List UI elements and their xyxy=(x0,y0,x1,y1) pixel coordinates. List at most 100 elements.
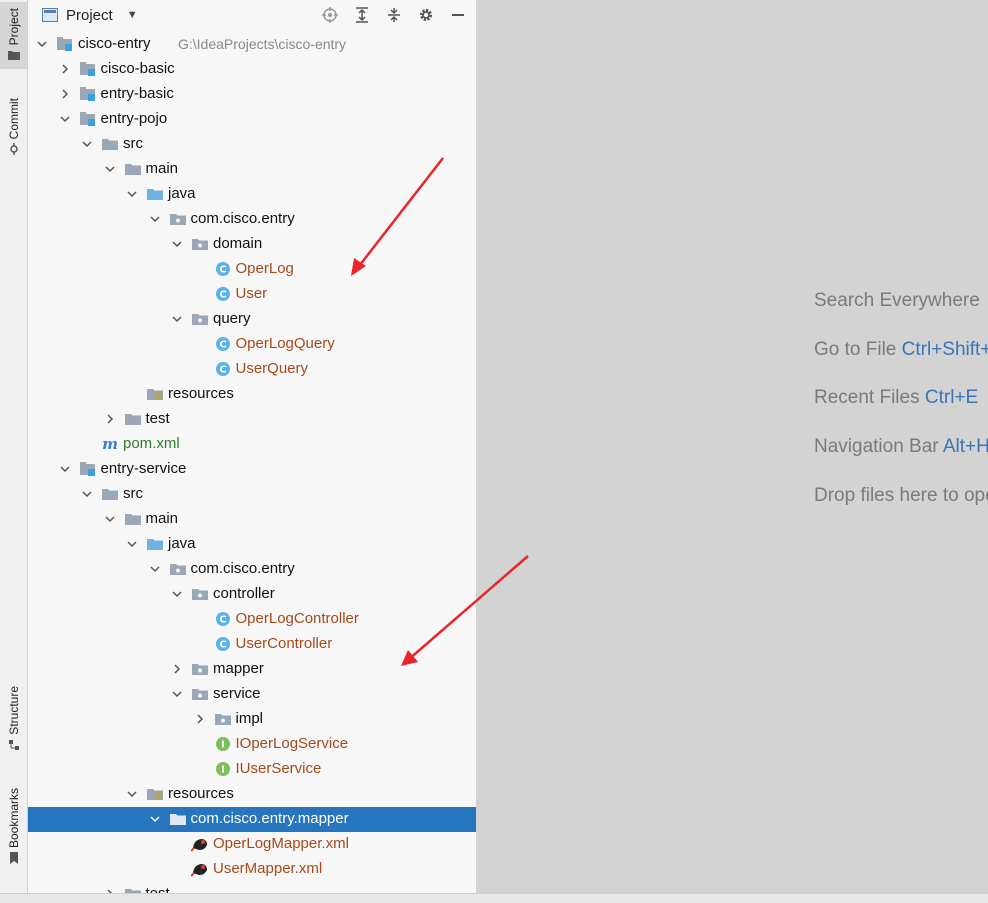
tree-node[interactable]: test xyxy=(28,407,476,432)
tree-node[interactable]: src xyxy=(28,482,476,507)
chevron-down-icon[interactable] xyxy=(36,38,48,50)
tree-node-label: src xyxy=(123,135,143,152)
chevron-down-icon[interactable] xyxy=(171,238,183,250)
chevron-down-icon[interactable] xyxy=(104,163,116,175)
chevron-down-icon[interactable] xyxy=(149,813,161,825)
chevron-down-icon[interactable] xyxy=(126,188,138,200)
tree-node[interactable]: C OperLogController xyxy=(28,607,476,632)
folder-icon xyxy=(124,889,141,893)
tree-node[interactable]: service xyxy=(28,682,476,707)
gear-icon[interactable] xyxy=(414,4,438,26)
package-icon xyxy=(192,239,208,250)
chevron-right-icon[interactable] xyxy=(104,413,116,425)
tree-node-label: UserQuery xyxy=(235,360,309,377)
tree-node[interactable]: I IUserService xyxy=(28,757,476,782)
maven-pom-icon: m xyxy=(102,436,118,452)
tree-node[interactable]: controller xyxy=(28,582,476,607)
chevron-down-icon[interactable] xyxy=(59,463,71,475)
java-class-icon: C xyxy=(215,612,230,626)
project-panel: Project ▼ cisco-entry G:\IdeaProjects\ci… xyxy=(28,0,477,893)
chevron-right-icon[interactable] xyxy=(59,88,71,100)
tool-tab-bookmarks[interactable]: Bookmarks xyxy=(0,786,27,870)
project-view-selector[interactable]: Project ▼ xyxy=(42,7,138,24)
tree-node[interactable]: UserMapper.xml xyxy=(28,857,476,882)
tree-node[interactable]: src xyxy=(28,132,476,157)
chevron-right-icon[interactable] xyxy=(194,713,206,725)
java-interface-icon: I xyxy=(215,737,230,751)
tree-node[interactable]: C User xyxy=(28,282,476,307)
tree-node[interactable]: entry-service xyxy=(28,457,476,482)
tree-node[interactable]: C OperLogQuery xyxy=(28,332,476,357)
tree-node-path: G:\IdeaProjects\cisco-entry xyxy=(178,36,347,52)
tree-node[interactable]: I IOperLogService xyxy=(28,732,476,757)
package-icon xyxy=(192,664,208,675)
tree-node[interactable]: entry-basic xyxy=(28,82,476,107)
tree-node[interactable]: resources xyxy=(28,382,476,407)
tree-node[interactable]: mapper xyxy=(28,657,476,682)
tree-node-label: IOperLogService xyxy=(235,735,349,752)
svg-text:C: C xyxy=(219,340,226,351)
tree-node[interactable]: C UserQuery xyxy=(28,357,476,382)
folder-icon xyxy=(169,814,186,825)
minimize-icon[interactable] xyxy=(446,4,470,26)
chevron-down-icon[interactable] xyxy=(81,488,93,500)
tool-tab-structure-label: Structure xyxy=(6,686,21,735)
tree-node[interactable]: query xyxy=(28,307,476,332)
bottom-status-bar xyxy=(0,893,988,903)
package-icon xyxy=(169,214,186,225)
chevron-down-icon[interactable] xyxy=(104,513,116,525)
tree-node[interactable]: m pom.xml xyxy=(28,432,476,457)
hint-text: Recent Files xyxy=(814,387,920,408)
module-icon xyxy=(79,87,95,101)
tree-node-label: query xyxy=(213,310,251,327)
collapse-all-icon[interactable] xyxy=(382,4,406,26)
tree-node[interactable]: entry-pojo xyxy=(28,107,476,132)
module-icon xyxy=(57,37,72,51)
chevron-down-icon[interactable] xyxy=(171,588,183,600)
package-icon xyxy=(192,689,208,700)
expand-all-icon[interactable] xyxy=(350,4,374,26)
tree-node[interactable]: cisco-entry G:\IdeaProjects\cisco-entry xyxy=(28,32,476,57)
tree-node[interactable]: cisco-basic xyxy=(28,57,476,82)
tree-node[interactable]: impl xyxy=(28,707,476,732)
tree-node[interactable]: resources xyxy=(28,782,476,807)
tree-node[interactable]: com.cisco.entry xyxy=(28,557,476,582)
editor-empty-area[interactable]: Search Everywhere Go to File Ctrl+Shift+… xyxy=(477,0,988,893)
tree-node[interactable]: com.cisco.entry xyxy=(28,207,476,232)
tree-node-label: User xyxy=(235,285,268,302)
tree-node[interactable]: java xyxy=(28,532,476,557)
chevron-down-icon[interactable] xyxy=(59,113,71,125)
tree-node[interactable]: main xyxy=(28,157,476,182)
tree-node[interactable]: com.cisco.entry.mapper xyxy=(28,807,476,832)
tree-node[interactable]: C UserController xyxy=(28,632,476,657)
tree-node[interactable]: domain xyxy=(28,232,476,257)
tool-tab-commit[interactable]: Commit xyxy=(0,96,27,161)
folder-icon xyxy=(7,51,20,61)
chevron-down-icon[interactable] xyxy=(81,138,93,150)
tree-node[interactable]: java xyxy=(28,182,476,207)
tree-node-label: pom.xml xyxy=(123,435,180,452)
tree-node-label: OperLogMapper.xml xyxy=(213,835,349,852)
svg-text:I: I xyxy=(221,765,225,776)
tool-tab-project[interactable]: Project xyxy=(0,2,27,70)
tree-node-label: src xyxy=(123,485,143,502)
package-icon xyxy=(192,314,208,325)
tree-node[interactable]: main xyxy=(28,507,476,532)
tree-node[interactable]: OperLogMapper.xml xyxy=(28,832,476,857)
chevron-down-icon[interactable] xyxy=(126,788,138,800)
hint-text: Drop files here to open them xyxy=(814,485,988,506)
chevron-right-icon[interactable] xyxy=(171,663,183,675)
tree-node-label: cisco-entry xyxy=(78,35,151,52)
chevron-down-icon[interactable] xyxy=(126,538,138,550)
tree-node[interactable]: test xyxy=(28,882,476,893)
chevron-down-icon[interactable] xyxy=(171,313,183,325)
chevron-down-icon[interactable] xyxy=(149,213,161,225)
tree-node-label: com.cisco.entry.mapper xyxy=(190,810,349,827)
chevron-down-icon[interactable] xyxy=(149,563,161,575)
locate-icon[interactable] xyxy=(318,4,342,26)
tool-tab-structure[interactable]: Structure xyxy=(0,684,27,757)
tree-node[interactable]: C OperLog xyxy=(28,257,476,282)
panel-title: Project xyxy=(66,6,113,24)
chevron-down-icon[interactable] xyxy=(171,688,183,700)
chevron-right-icon[interactable] xyxy=(59,63,71,75)
